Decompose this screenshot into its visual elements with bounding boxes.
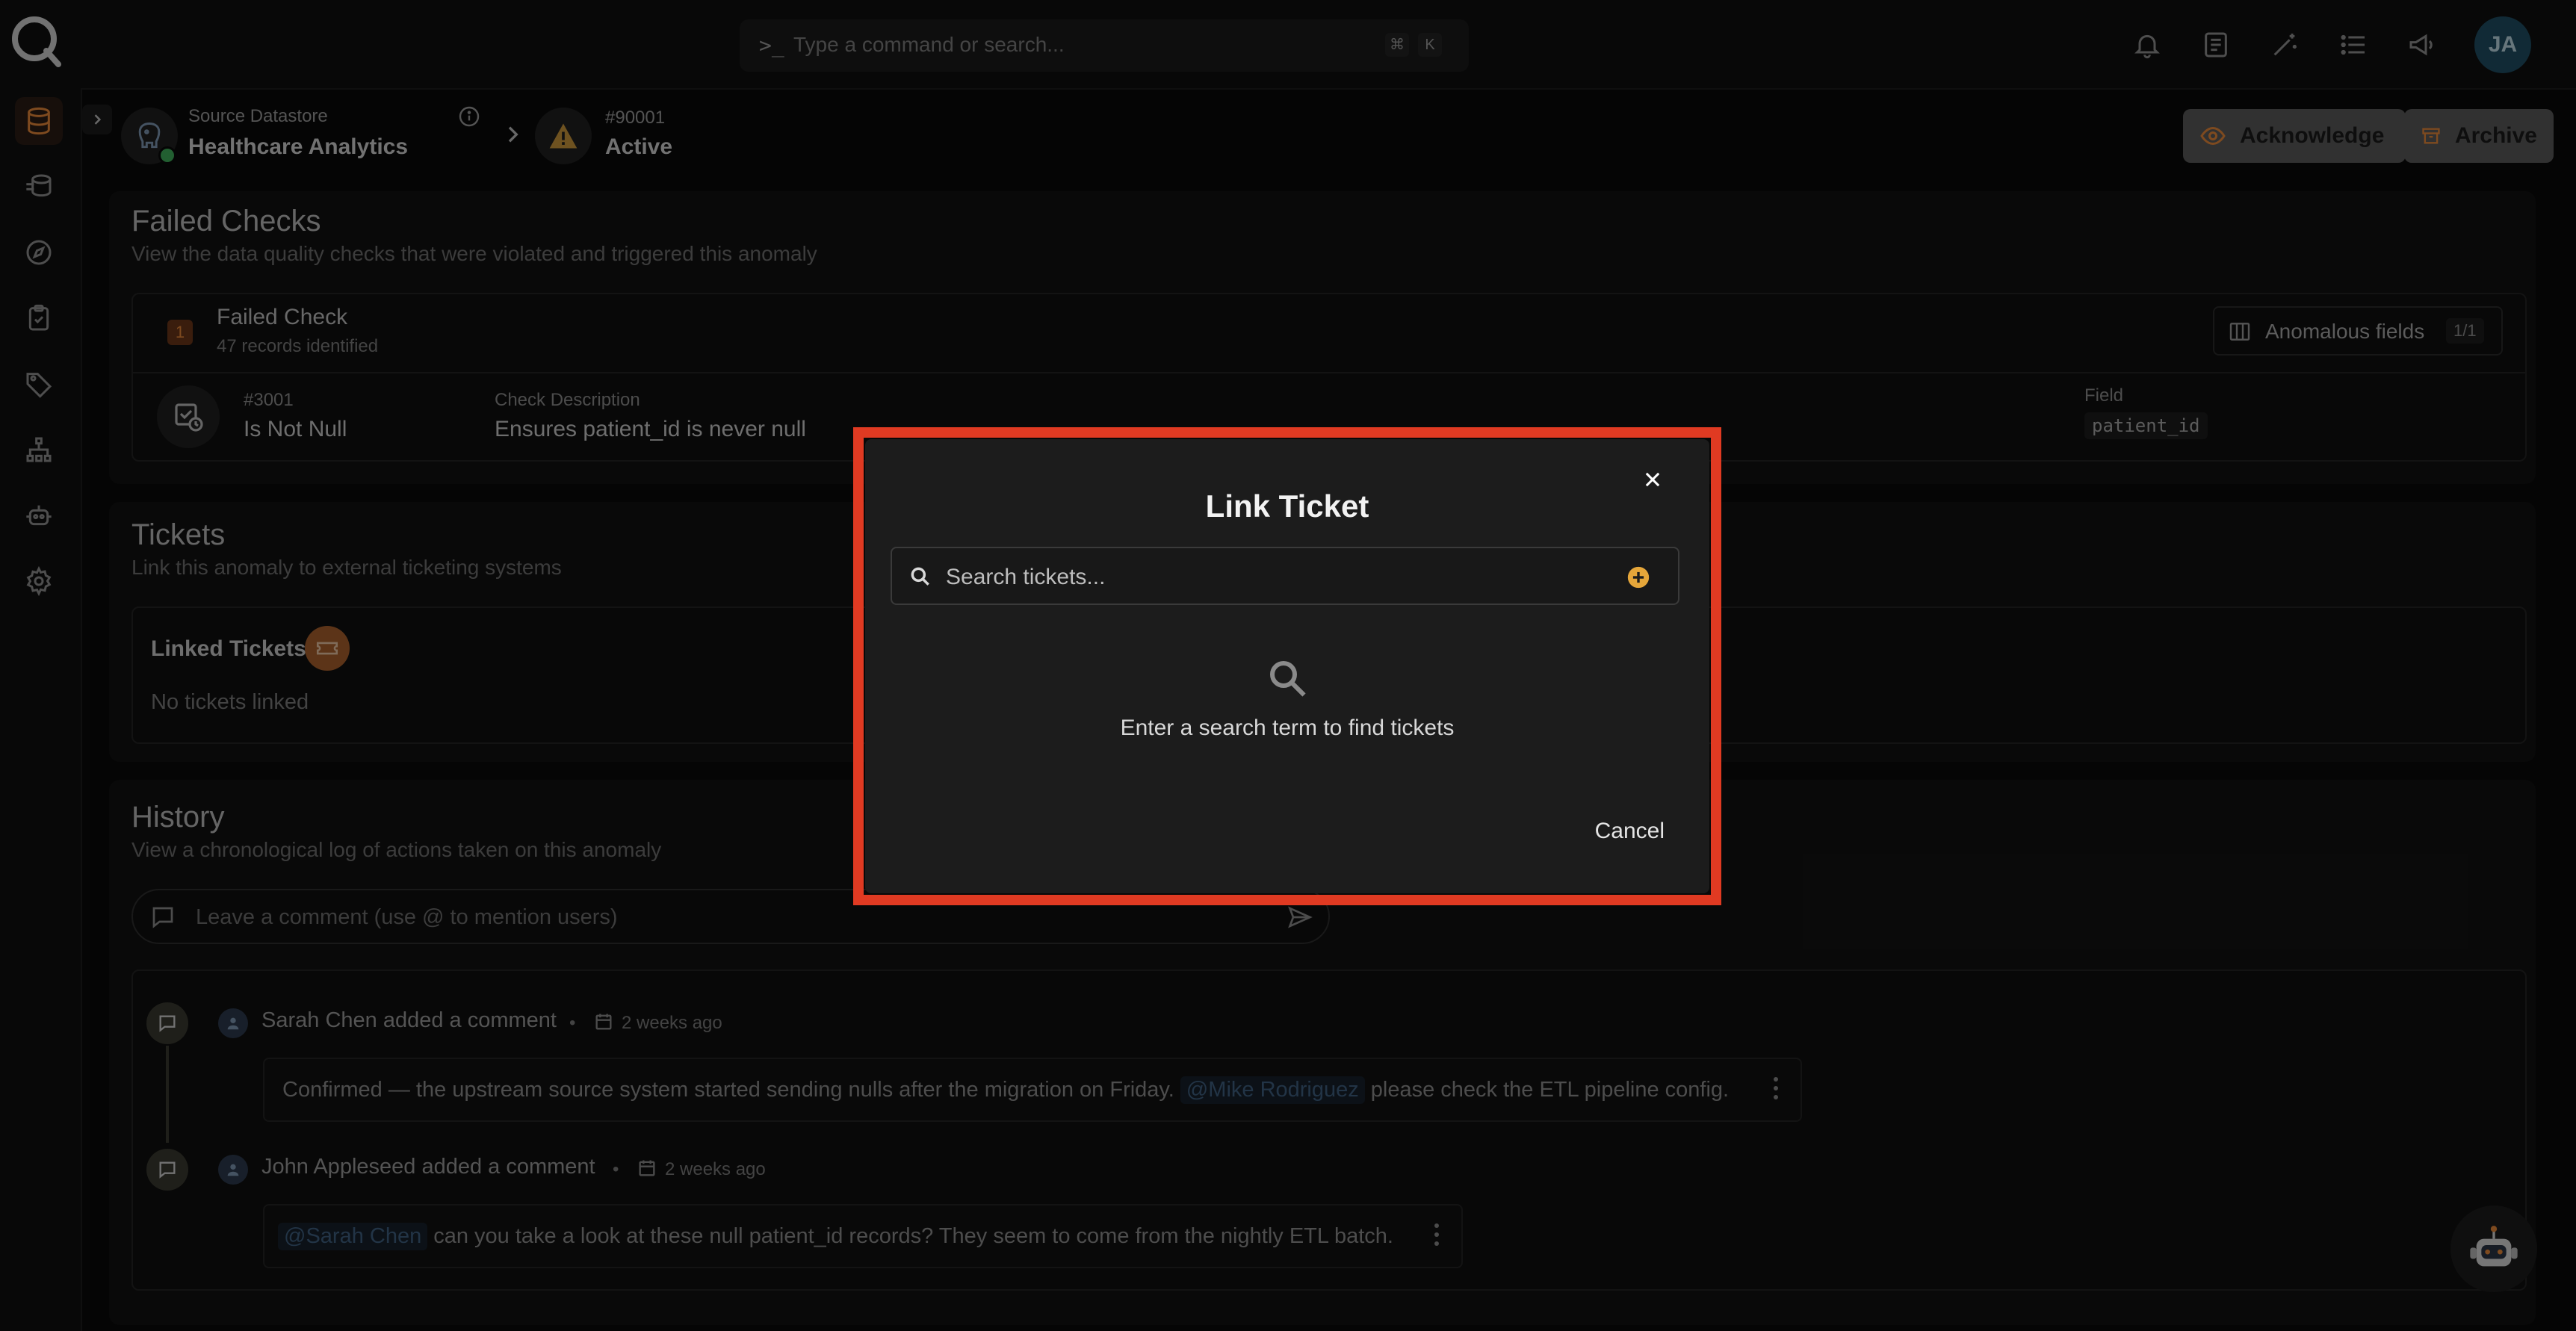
cancel-button[interactable]: Cancel	[1538, 805, 1679, 857]
empty-search-icon	[1270, 661, 1306, 697]
close-icon[interactable]	[1638, 465, 1668, 494]
ticket-search-field[interactable]	[891, 547, 1679, 605]
search-icon	[911, 567, 929, 586]
ticket-search-input[interactable]	[944, 559, 1605, 596]
add-circle-icon[interactable]	[1626, 565, 1651, 590]
empty-state-message: Enter a search term to find tickets	[1120, 716, 1455, 740]
dialog-title: Link Ticket	[1205, 488, 1369, 524]
link-ticket-dialog: Link Ticket Enter a search term to find …	[865, 439, 1709, 893]
